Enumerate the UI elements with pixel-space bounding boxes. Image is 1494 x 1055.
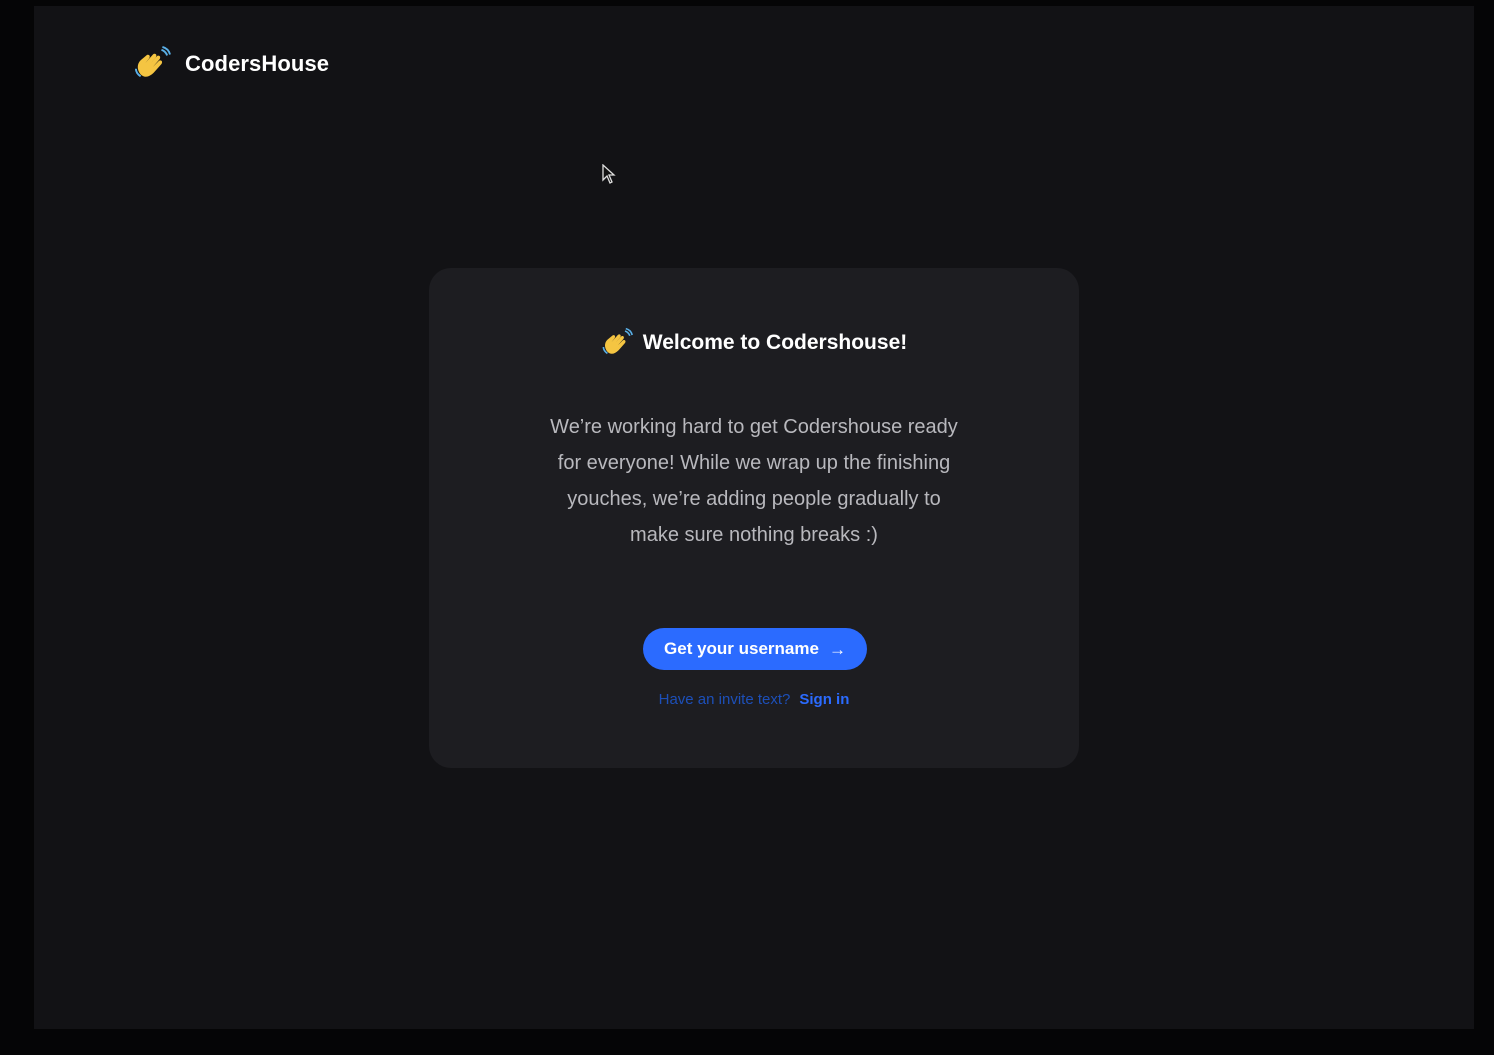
card-heading: Welcome to Codershouse! <box>429 327 1079 359</box>
invite-text: Have an invite text? <box>658 691 791 708</box>
get-username-button-label: Get your username <box>664 639 819 658</box>
card-description: We’re working hard to get Codershouse re… <box>550 416 958 546</box>
get-username-button[interactable]: Get your username → <box>643 628 867 670</box>
mouse-pointer-icon <box>602 163 616 184</box>
arrow-right-icon: → <box>828 639 846 659</box>
sign-in-link[interactable]: Sign in <box>799 691 849 708</box>
invite-row: Have an invite text? Sign in <box>429 691 1079 708</box>
brand-name: CodersHouse <box>185 51 330 76</box>
card-title: Welcome to Codershouse! <box>642 331 908 354</box>
app-window: CodersHouse Welcome to Codershouse! We’r… <box>34 6 1474 1029</box>
waving-hand-icon <box>133 46 171 82</box>
logo[interactable]: CodersHouse <box>133 46 329 82</box>
welcome-card: Welcome to Codershouse! We’re working ha… <box>429 268 1079 768</box>
waving-hand-icon <box>601 327 633 359</box>
